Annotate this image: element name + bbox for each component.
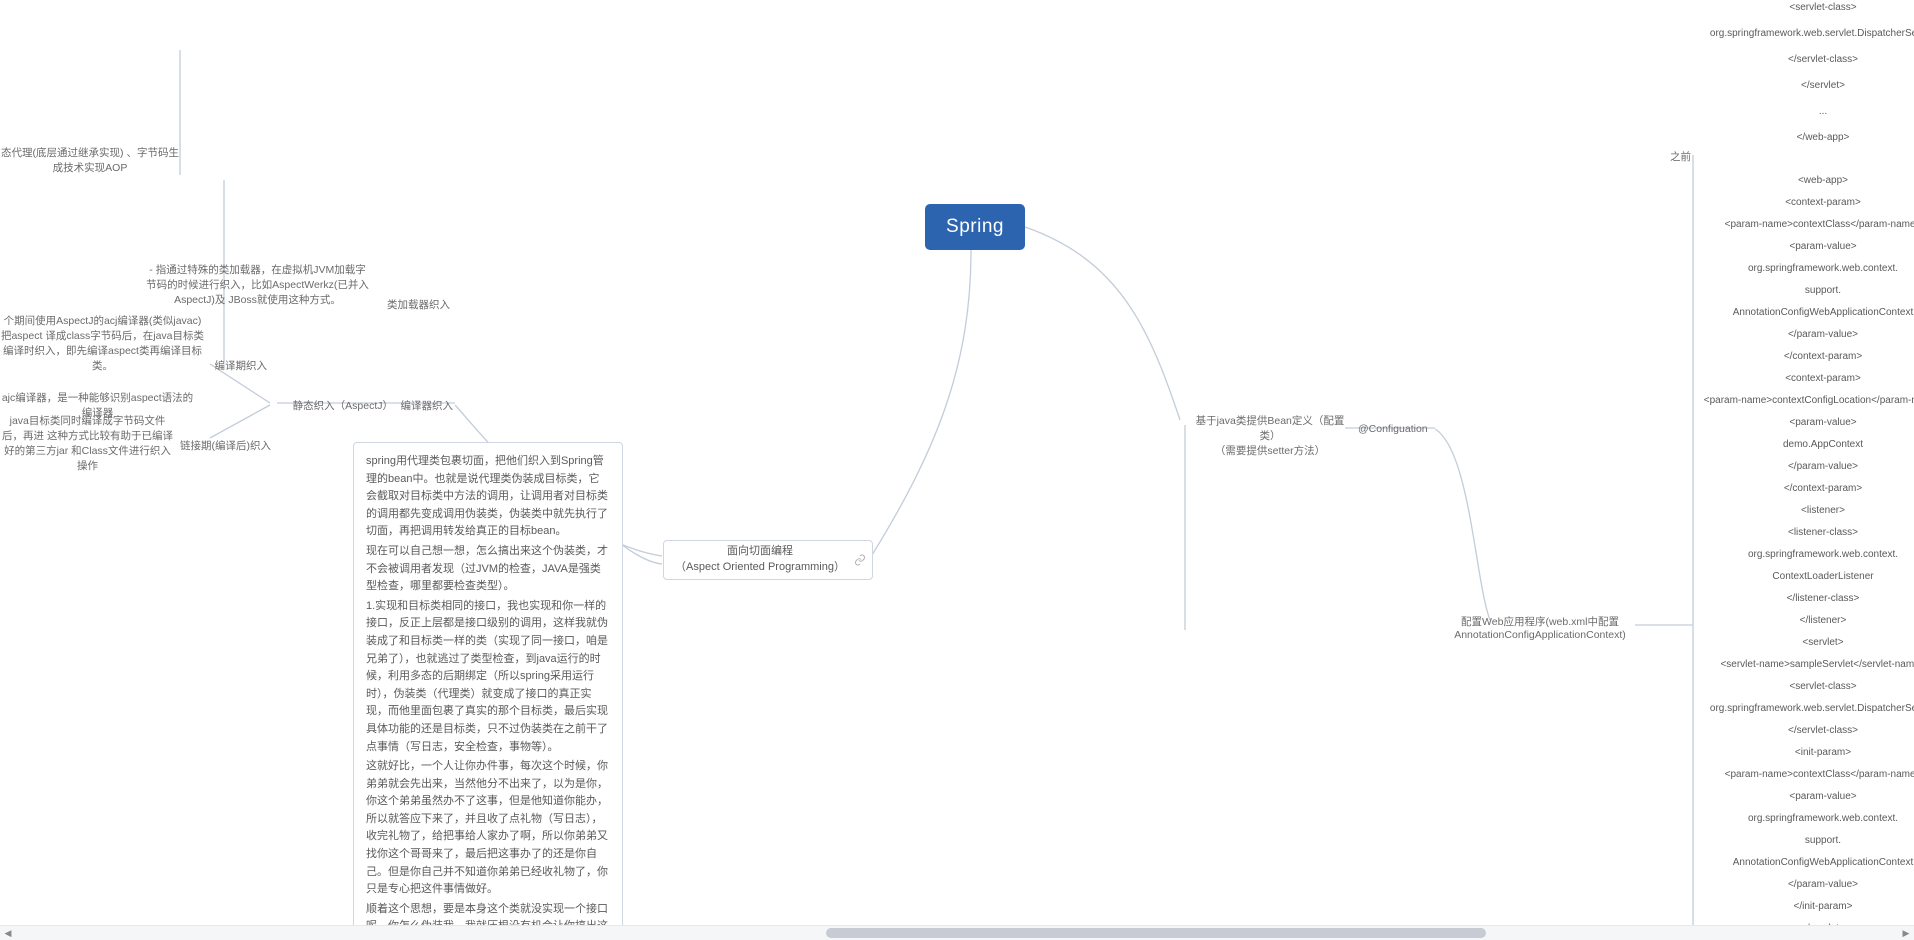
webxml-l2: AnnotationConfigApplicationContext) [1454,629,1626,641]
xml-line: <context-param> [1693,373,1914,384]
xml-line: <param-value> [1693,791,1914,802]
xml-line: <init-param> [1693,747,1914,758]
xml-line: </context-param> [1693,483,1914,494]
xml-line: AnnotationConfigWebApplicationContext [1693,857,1914,868]
compile-weave-note: 个期间使用AspectJ的acj编译器(类似javac)把aspect 译成cl… [0,313,205,373]
xml-line: org.springframework.web.context. [1693,263,1914,274]
xml-line: <web-app> [1693,175,1914,186]
bean-def-l1: 基于java类提供Bean定义（配置类） [1196,415,1345,442]
xml-line: <param-name>contextConfigLocation</param… [1693,395,1914,406]
bean-def-label: 基于java类提供Bean定义（配置类） （需要提供setter方法） [1195,413,1345,458]
note-line: 1.实现和目标类相同的接口，我也实现和你一样的接口，反正上层都是接口级别的调用，… [366,598,610,756]
xml-line: </servlet-class> [1693,54,1914,65]
xml-line: <servlet-class> [1693,681,1914,692]
weaver-label: 编译器织入 [398,398,453,413]
classloader-weave-label: 类加载器织入 [380,297,450,312]
xml-line: </param-value> [1693,461,1914,472]
aop-node-line1: 面向切面编程 [727,545,793,557]
xml-line: ContextLoaderListener [1693,571,1914,582]
static-weave-label: 静态织入（AspectJ） [278,398,393,413]
xml-line: support. [1693,835,1914,846]
note-line: 这就好比，一个人让你办件事，每次这个时候，你弟弟就会先出来，当然他分不出来了，以… [366,758,610,899]
xml-line: <param-name>contextClass</param-name> [1693,769,1914,780]
before-header-label: 之前 [1670,149,1691,164]
scroll-right-arrow[interactable]: ▶ [1898,926,1914,940]
xml-line: </listener-class> [1693,593,1914,604]
bean-def-l2: （需要提供setter方法） [1215,445,1325,457]
xml-line: </servlet-class> [1693,725,1914,736]
classloader-weave-note: - 指通过特殊的类加载器，在虚拟机JVM加载字节码的时候进行织入，比如Aspec… [145,262,370,307]
xml-line: AnnotationConfigWebApplicationContext [1693,307,1914,318]
xml-line: <servlet-class> [1693,2,1914,13]
xml-line: </init-param> [1693,901,1914,912]
compile-weave-label: 编译期织入 [212,358,267,373]
xml-line: <param-value> [1693,241,1914,252]
xml-line: </param-value> [1693,329,1914,340]
configuration-label: @Configuation [1358,423,1428,435]
xml-line: </param-value> [1693,879,1914,890]
scroll-thumb[interactable] [826,928,1486,938]
aop-note-block[interactable]: spring用代理类包裹切面，把他们织入到Spring管理的bean中。也就是说… [353,442,623,940]
xml-line: </context-param> [1693,351,1914,362]
xml-line: demo.AppContext [1693,439,1914,450]
aop-node-text: 面向切面编程 （Aspect Oriented Programming） [675,544,845,576]
xml-line: <listener> [1693,505,1914,516]
horizontal-scrollbar[interactable]: ◀ ▶ [0,925,1914,940]
xml-line: <servlet-name>sampleServlet</servlet-nam… [1693,659,1914,670]
dynproxy-label: 态代理(底层通过继承实现) 、字节码生成技术实现AOP [0,145,180,175]
xml-line: <param-name>contextClass</param-name> [1693,219,1914,230]
xml-line: <context-param> [1693,197,1914,208]
note-line: 现在可以自己想一想，怎么搞出来这个伪装类，才不会被调用者发现（过JVM的检查，J… [366,543,610,596]
ajc-label: ajc编译器，是一种能够识别aspect语法的编译器 [0,390,195,420]
xml-line: org.springframework.web.servlet.Dispatch… [1693,703,1914,714]
webxml-l1: 配置Web应用程序(web.xml中配置 [1461,616,1619,628]
link-icon [853,553,867,567]
link-weave-label: 链接期(编译后)织入 [180,438,270,453]
xml-line: <listener-class> [1693,527,1914,538]
xml-line: org.springframework.web.context. [1693,813,1914,824]
xml-line: <param-value> [1693,417,1914,428]
scroll-left-arrow[interactable]: ◀ [0,926,16,940]
webxml-label: 配置Web应用程序(web.xml中配置 AnnotationConfigApp… [1445,614,1635,641]
xml-line: org.springframework.web.context. [1693,549,1914,560]
mindmap-canvas[interactable]: Spring 面向切面编程 （Aspect Oriented Programmi… [0,0,1914,940]
root-node[interactable]: Spring [925,204,1025,250]
xml-line: </web-app> [1693,132,1914,143]
xml-line: support. [1693,285,1914,296]
aop-node[interactable]: 面向切面编程 （Aspect Oriented Programming） [663,540,873,580]
xml-line: ... [1693,106,1914,117]
xml-line: org.springframework.web.servlet.Dispatch… [1693,28,1914,39]
aop-node-line2: （Aspect Oriented Programming） [675,561,845,573]
note-line: spring用代理类包裹切面，把他们织入到Spring管理的bean中。也就是说… [366,453,610,541]
root-label: Spring [946,216,1004,238]
xml-line: </listener> [1693,615,1914,626]
xml-line: <servlet> [1693,637,1914,648]
link-weave-note: java目标类同时编译成字节码文件后，再进 这种方式比较有助于已编译好的第三方j… [0,413,175,473]
edges-svg [0,0,1914,940]
xml-line: </servlet> [1693,80,1914,91]
